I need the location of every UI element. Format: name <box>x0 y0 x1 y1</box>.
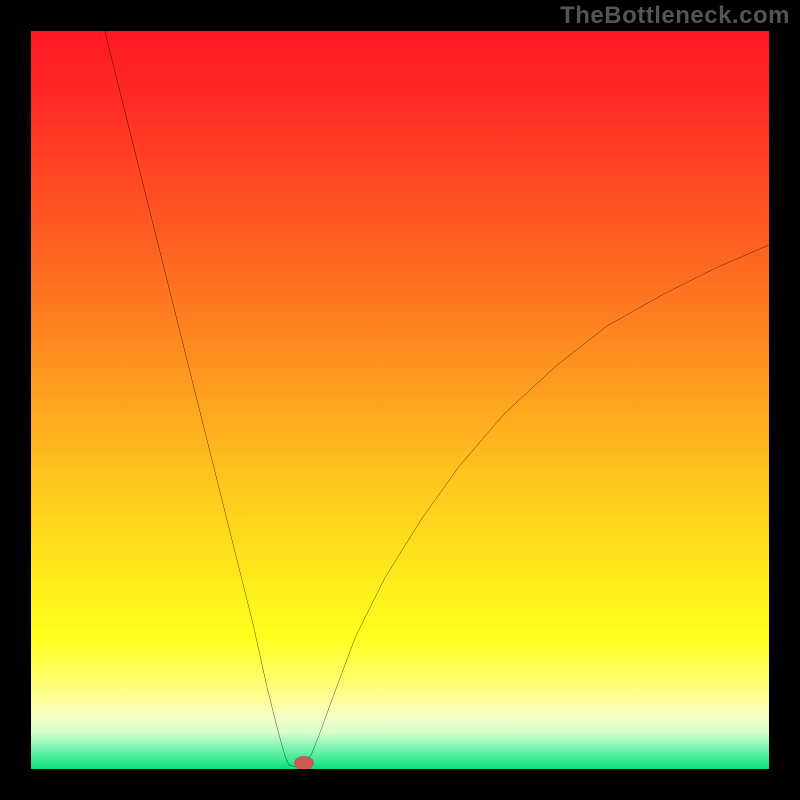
curve-svg <box>31 31 769 769</box>
chart-frame: TheBottleneck.com <box>0 0 800 800</box>
plot-area <box>31 31 769 769</box>
watermark-text: TheBottleneck.com <box>560 2 790 30</box>
bottleneck-curve <box>105 31 769 767</box>
minimum-marker-icon <box>294 756 314 769</box>
